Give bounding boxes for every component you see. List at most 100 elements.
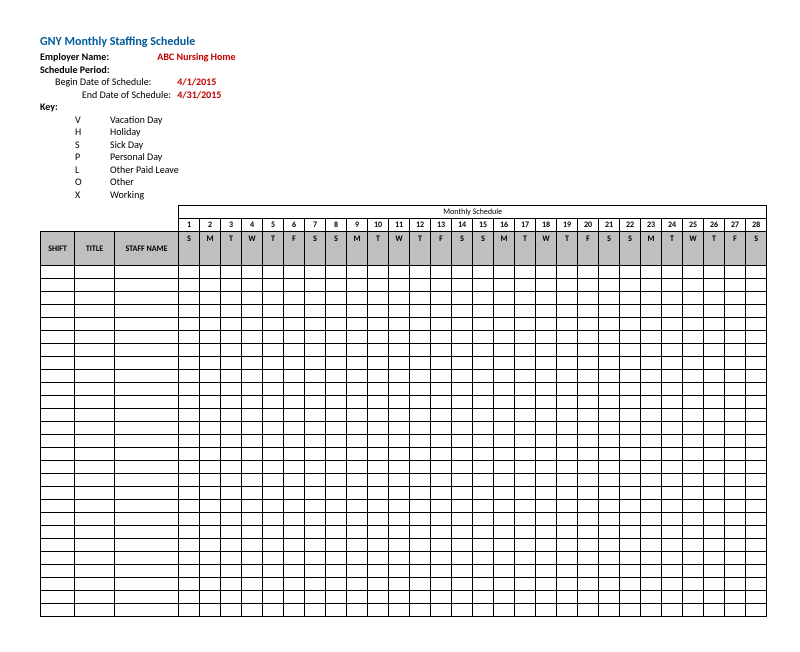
cell [200, 435, 221, 448]
cell [326, 604, 347, 617]
cell [746, 487, 767, 500]
cell [536, 357, 557, 370]
cell [452, 370, 473, 383]
day-of-week: T [263, 232, 284, 266]
cell [263, 578, 284, 591]
cell [662, 357, 683, 370]
cell [683, 526, 704, 539]
day-number: 9 [347, 219, 368, 232]
cell [347, 513, 368, 526]
day-number: 27 [725, 219, 746, 232]
cell [557, 487, 578, 500]
cell [494, 565, 515, 578]
cell [662, 396, 683, 409]
cell [536, 526, 557, 539]
table-row [41, 409, 767, 422]
day-number: 20 [578, 219, 599, 232]
cell [536, 318, 557, 331]
cell [410, 565, 431, 578]
cell [725, 526, 746, 539]
cell [115, 344, 179, 357]
monthly-schedule-title: Monthly Schedule [179, 206, 767, 219]
cell [620, 539, 641, 552]
cell [578, 318, 599, 331]
cell [578, 357, 599, 370]
cell [473, 604, 494, 617]
cell [515, 591, 536, 604]
cell [494, 526, 515, 539]
cell [347, 344, 368, 357]
cell [536, 500, 557, 513]
day-of-week: T [515, 232, 536, 266]
cell [179, 422, 200, 435]
cell [347, 279, 368, 292]
cell [557, 344, 578, 357]
table-row [41, 279, 767, 292]
key-code: P [75, 151, 110, 164]
cell [578, 435, 599, 448]
cell [115, 292, 179, 305]
cell [242, 409, 263, 422]
day-number: 4 [242, 219, 263, 232]
cell [431, 357, 452, 370]
cell [389, 396, 410, 409]
cell [452, 604, 473, 617]
cell [347, 526, 368, 539]
day-of-week: T [368, 232, 389, 266]
cell [263, 409, 284, 422]
cell [389, 552, 410, 565]
cell [746, 331, 767, 344]
cell [536, 422, 557, 435]
cell [557, 357, 578, 370]
cell [725, 422, 746, 435]
cell [347, 604, 368, 617]
cell [75, 266, 115, 279]
table-row [41, 500, 767, 513]
cell [305, 396, 326, 409]
cell [368, 539, 389, 552]
cell [704, 604, 725, 617]
cell [725, 487, 746, 500]
cell [746, 448, 767, 461]
cell [620, 448, 641, 461]
cell [641, 474, 662, 487]
cell [641, 604, 662, 617]
cell [326, 435, 347, 448]
day-of-week: W [389, 232, 410, 266]
cell [473, 448, 494, 461]
day-number: 8 [326, 219, 347, 232]
cell [263, 279, 284, 292]
cell [115, 370, 179, 383]
cell [683, 565, 704, 578]
cell [200, 513, 221, 526]
begin-date-value: 4/1/2015 [177, 75, 216, 88]
cell [473, 500, 494, 513]
table-row [41, 318, 767, 331]
cell [536, 383, 557, 396]
cell [536, 344, 557, 357]
cell [263, 292, 284, 305]
table-row [41, 435, 767, 448]
cell [599, 331, 620, 344]
cell [599, 591, 620, 604]
cell [305, 331, 326, 344]
cell [557, 565, 578, 578]
cell [557, 500, 578, 513]
cell [179, 461, 200, 474]
cell [326, 552, 347, 565]
cell [746, 409, 767, 422]
day-number: 21 [599, 219, 620, 232]
cell [410, 292, 431, 305]
cell [368, 331, 389, 344]
cell [41, 474, 75, 487]
cell [620, 357, 641, 370]
cell [578, 266, 599, 279]
cell [599, 292, 620, 305]
cell [494, 487, 515, 500]
cell [200, 344, 221, 357]
cell [746, 357, 767, 370]
cell [725, 292, 746, 305]
cell [326, 591, 347, 604]
cell [263, 422, 284, 435]
cell [641, 409, 662, 422]
